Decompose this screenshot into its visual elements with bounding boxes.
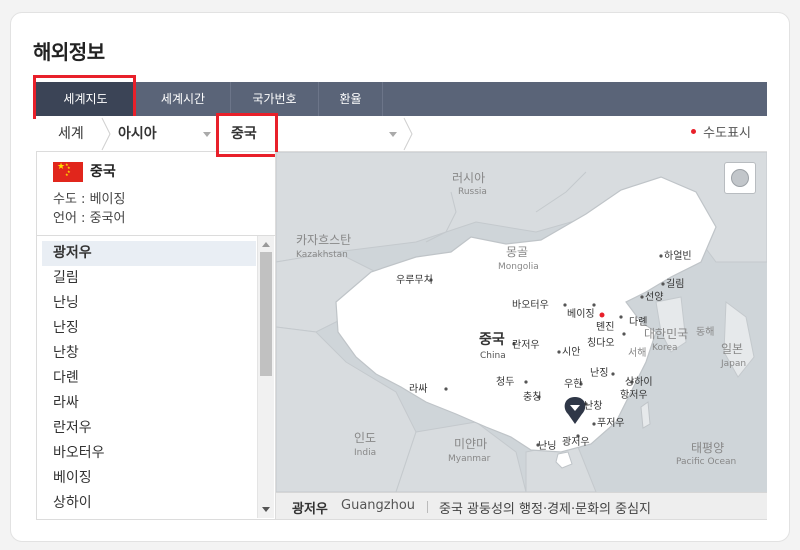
map-city-dalian: 다롄 bbox=[629, 316, 647, 328]
caption-city-name: 광저우 bbox=[292, 502, 328, 517]
map-city-xian: 시안 bbox=[562, 346, 580, 358]
divider bbox=[37, 235, 275, 236]
map-city-hangzhou: 항저우 bbox=[620, 389, 648, 401]
china-flag-icon: ★ ★ ★ ★ ★ bbox=[53, 162, 83, 182]
city-item-jilin[interactable]: 길림 bbox=[42, 266, 256, 291]
map-city-chengdu: 청두 bbox=[496, 376, 514, 388]
page-title: 해외정보 bbox=[33, 40, 105, 64]
map-label-india: 인도 bbox=[354, 431, 376, 445]
city-item-nanjing[interactable]: 난징 bbox=[42, 316, 256, 341]
map-city-tianjin: 톈진 bbox=[596, 321, 614, 333]
region-select[interactable]: 아시아 bbox=[118, 116, 157, 152]
city-item-shanghai[interactable]: 상하이 bbox=[42, 491, 256, 516]
map-city-wuhan: 우한 bbox=[564, 378, 582, 390]
city-item-nanning[interactable]: 난닝 bbox=[42, 291, 256, 316]
tab-country-code[interactable]: 국가번호 bbox=[231, 82, 319, 116]
map-label-myanmar: 미얀마 bbox=[454, 437, 487, 451]
city-caption: 광저우 Guangzhou 중국 광둥성의 행정·경제·문화의 중심지 bbox=[276, 492, 767, 519]
tab-world-map[interactable]: 세계지도 bbox=[36, 82, 136, 116]
scroll-down-icon[interactable] bbox=[262, 507, 270, 512]
chevron-right-icon bbox=[101, 117, 111, 151]
map-city-guangzhou: 광저우 bbox=[562, 436, 590, 448]
scroll-up-icon[interactable] bbox=[262, 242, 270, 247]
map-label-west-sea: 서해 bbox=[628, 346, 646, 359]
chevron-down-icon bbox=[203, 132, 211, 137]
capital-info: 수도 : 베이징 bbox=[53, 192, 126, 207]
map-label-korea-en: Korea bbox=[652, 343, 678, 353]
map-city-lhasa: 라싸 bbox=[409, 383, 427, 395]
language-info: 언어 : 중국어 bbox=[53, 211, 126, 226]
map-label-kazakhstan-en: Kazakhstan bbox=[296, 250, 348, 260]
map-label-east-sea: 동해 bbox=[696, 325, 714, 338]
map-label-russia: 러시아 bbox=[452, 171, 485, 185]
country-name: 중국 bbox=[90, 164, 116, 180]
caption-separator bbox=[427, 501, 428, 513]
map-city-nanjing: 난징 bbox=[590, 367, 608, 379]
caption-city-en: Guangzhou bbox=[341, 498, 416, 513]
map-label-kazakhstan: 카자흐스탄 bbox=[296, 233, 351, 247]
chevron-right-icon bbox=[403, 117, 413, 151]
city-item-lhasa[interactable]: 라싸 bbox=[42, 391, 256, 416]
map-label-korea: 대한민국 bbox=[644, 327, 688, 341]
city-item-lanzhou[interactable]: 란저우 bbox=[42, 416, 256, 441]
globe-view-button[interactable] bbox=[724, 162, 756, 194]
map-city-nanning: 난닝 bbox=[538, 440, 556, 452]
map-city-lanzhou: 란저우 bbox=[512, 339, 540, 351]
map-city-harbin: 하얼빈 bbox=[664, 249, 692, 262]
map-label-china-en: China bbox=[480, 351, 506, 361]
map-city-urumqi: 우루무치 bbox=[396, 274, 433, 286]
map-label-pacific: 태평양 bbox=[691, 441, 724, 455]
map-city-jilin: 길림 bbox=[666, 277, 684, 290]
city-list-scrollbar[interactable] bbox=[257, 236, 274, 518]
map-label-myanmar-en: Myanmar bbox=[448, 454, 491, 464]
city-item-baotou[interactable]: 바오터우 bbox=[42, 441, 256, 466]
map-city-qingdao: 칭다오 bbox=[587, 337, 615, 349]
city-list: 광저우 길림 난닝 난징 난창 다롄 라싸 란저우 바오터우 베이징 상하이 bbox=[42, 241, 256, 516]
map-city-chongqing: 충칭 bbox=[523, 391, 541, 403]
city-item-guangzhou[interactable]: 광저우 bbox=[42, 241, 256, 266]
map-label-india-en: India bbox=[354, 448, 376, 458]
city-item-beijing[interactable]: 베이징 bbox=[42, 466, 256, 491]
map-label-pacific-en: Pacific Ocean bbox=[676, 457, 736, 467]
map-city-baotou: 바오터우 bbox=[512, 299, 549, 311]
tab-world-time[interactable]: 세계시간 bbox=[136, 82, 231, 116]
globe-icon bbox=[731, 169, 749, 187]
city-item-dalian[interactable]: 다롄 bbox=[42, 366, 256, 391]
china-map[interactable]: 러시아 Russia 카자흐스탄 Kazakhstan 몽골 Mongolia … bbox=[276, 152, 767, 492]
breadcrumb-root[interactable]: 세계 bbox=[58, 116, 84, 152]
map-city-fuzhou: 푸저우 bbox=[597, 417, 625, 429]
map-label-japan: 일본 bbox=[721, 342, 743, 356]
breadcrumb: 세계 아시아 중국 수도표시 bbox=[36, 116, 767, 152]
map-city-shanghai: 상하이 bbox=[625, 375, 653, 388]
country-select[interactable]: 중국 bbox=[231, 116, 257, 152]
capital-dot-icon bbox=[691, 129, 697, 134]
map-city-beijing: 베이징 bbox=[567, 308, 595, 320]
chevron-down-icon bbox=[389, 132, 397, 137]
map-city-nanchang: 난창 bbox=[584, 400, 602, 412]
map-label-mongolia: 몽골 bbox=[506, 245, 528, 259]
map-label-china: 중국 bbox=[479, 332, 505, 348]
city-item-nanchang[interactable]: 난창 bbox=[42, 341, 256, 366]
map-city-shenyang: 선양 bbox=[645, 291, 663, 303]
map-label-mongolia-en: Mongolia bbox=[498, 262, 539, 272]
country-info-panel: ★ ★ ★ ★ ★ 중국 수도 : 베이징 언어 : 중국어 광저우 길림 난닝… bbox=[36, 152, 276, 520]
tab-exchange-rate[interactable]: 환율 bbox=[319, 82, 383, 116]
capital-legend: 수도표시 bbox=[691, 116, 751, 152]
scrollbar-thumb[interactable] bbox=[260, 252, 272, 376]
tab-bar: 세계지도 세계시간 국가번호 환율 bbox=[36, 82, 767, 116]
map-label-japan-en: Japan bbox=[720, 359, 746, 369]
map-view[interactable]: 러시아 Russia 카자흐스탄 Kazakhstan 몽골 Mongolia … bbox=[276, 152, 767, 520]
caption-description: 중국 광둥성의 행정·경제·문화의 중심지 bbox=[439, 502, 652, 517]
map-label-russia-en: Russia bbox=[458, 187, 487, 197]
